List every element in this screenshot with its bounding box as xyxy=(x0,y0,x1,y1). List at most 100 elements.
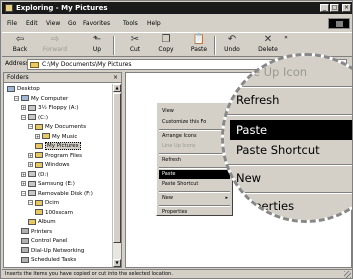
tree-item-label: Printers xyxy=(31,228,53,235)
folders-pane: Folders × Desktop − My Computer +3½ Floppy … xyxy=(3,72,122,268)
back-arrow-icon: ⇦ xyxy=(15,34,25,45)
expand-icon[interactable]: + xyxy=(21,181,26,186)
context-item-label: Line Up Icons xyxy=(162,143,196,149)
maximize-button[interactable]: □ xyxy=(330,4,339,12)
zoom-paste-shortcut[interactable]: Paste Shortcut xyxy=(236,140,320,160)
tree-item[interactable]: − My Documents xyxy=(28,123,86,132)
collapse-icon[interactable]: − xyxy=(28,124,33,129)
context-item-paste-shortcut[interactable]: Paste Shortcut xyxy=(159,180,230,189)
context-item-view[interactable]: View▸ xyxy=(159,107,230,116)
forward-button[interactable]: ⇨ Forward xyxy=(38,34,72,57)
toolbar-overflow-button[interactable]: » xyxy=(282,34,290,57)
tree-item[interactable]: + (D:) xyxy=(21,171,48,180)
zoom-paste[interactable]: Paste xyxy=(230,120,352,140)
zoom-new[interactable]: New xyxy=(236,168,261,188)
menu-edit[interactable]: Edit xyxy=(26,20,38,27)
tree-item-label: My Computer xyxy=(31,95,69,102)
menu-tools[interactable]: Tools xyxy=(123,20,138,27)
tree-item[interactable]: + Program Files xyxy=(28,152,82,161)
tree-item[interactable]: − My Computer xyxy=(14,95,68,104)
context-item-customize-this-fo[interactable]: Customize this Fo xyxy=(159,118,230,127)
undo-label: Undo xyxy=(224,46,240,53)
drive-icon xyxy=(28,114,36,120)
context-item-paste[interactable]: Paste xyxy=(159,170,230,179)
context-item-label: View xyxy=(162,108,174,114)
folder-icon xyxy=(35,152,43,158)
copy-icon: ❐ xyxy=(161,34,171,45)
zoom-properties[interactable]: Properties xyxy=(236,196,294,216)
menu-help[interactable]: Help xyxy=(147,20,161,27)
tree-item[interactable]: My Pictures xyxy=(35,142,81,151)
close-button[interactable]: × xyxy=(342,4,351,12)
tree-item[interactable]: + Samsung (E:) xyxy=(21,180,75,189)
tree-item-label: Control Panel xyxy=(31,238,68,244)
tree-item[interactable]: 100sscam xyxy=(35,209,73,218)
undo-button[interactable]: ↶ Undo xyxy=(220,34,244,57)
folder-icon xyxy=(35,199,43,206)
context-item-label: Paste xyxy=(162,171,176,177)
tree-item[interactable]: Dial-Up Networking xyxy=(21,247,84,256)
context-item-arrange-icons[interactable]: Arrange Icons▸ xyxy=(159,132,230,141)
scroll-down-icon[interactable]: ▼ xyxy=(113,259,121,267)
back-button[interactable]: ⇦ Back xyxy=(6,34,34,57)
folders-title: Folders xyxy=(7,74,29,81)
context-item-refresh[interactable]: Refresh xyxy=(159,156,230,165)
tree-item[interactable]: Desktop xyxy=(7,85,40,94)
folder-icon xyxy=(35,161,43,168)
zoom-refresh[interactable]: Refresh xyxy=(236,90,279,110)
resize-grip-icon[interactable] xyxy=(344,271,351,278)
address-label: Address xyxy=(5,60,29,67)
copy-button[interactable]: ❐ Copy xyxy=(154,34,178,57)
cut-button[interactable]: ✂ Cut xyxy=(124,34,146,57)
menu-go[interactable]: Go xyxy=(68,20,76,27)
scroll-thumb[interactable] xyxy=(113,93,121,243)
tree-item[interactable]: − Dcim xyxy=(28,199,59,208)
scroll-up-icon[interactable]: ▲ xyxy=(113,84,121,92)
paste-button[interactable]: 📋 Paste xyxy=(186,34,212,57)
collapse-icon[interactable]: − xyxy=(14,95,19,101)
tree-item-label: My Pictures xyxy=(45,142,81,150)
expand-icon[interactable]: + xyxy=(35,133,40,139)
tree-item[interactable]: +3½ Floppy (A:) xyxy=(21,104,78,113)
menu-view[interactable]: View xyxy=(46,20,60,27)
menu-separator xyxy=(159,129,230,131)
tree-item-label: 3½ Floppy (A:) xyxy=(38,105,79,111)
tree-item[interactable]: Printers xyxy=(21,228,52,237)
forward-arrow-icon: ⇨ xyxy=(50,34,60,45)
clipboard-icon: 📋 xyxy=(192,34,206,45)
tree-item[interactable]: + My Music xyxy=(35,133,77,142)
context-item-label: Arrange Icons xyxy=(162,133,197,139)
tree-item[interactable]: Scheduled Tasks xyxy=(21,256,76,265)
delete-label: Delete xyxy=(258,46,278,53)
menu-bar: File Edit View Go Favorites Tools Help xyxy=(2,18,352,30)
drive-icon xyxy=(28,180,36,187)
context-item-new[interactable]: New▸ xyxy=(159,194,230,203)
delete-button[interactable]: ✕ Delete xyxy=(255,34,281,57)
collapse-icon[interactable]: − xyxy=(21,190,26,196)
cut-label: Cut xyxy=(129,46,141,53)
tree-item[interactable]: + Windows xyxy=(28,161,70,170)
copy-label: Copy xyxy=(158,46,174,53)
tree-item[interactable]: Album xyxy=(28,218,56,227)
context-item-properties[interactable]: Properties xyxy=(159,208,230,217)
expand-icon[interactable]: + xyxy=(21,105,26,110)
sys-icon xyxy=(21,237,29,244)
menu-favorites[interactable]: Favorites xyxy=(83,20,110,27)
tree-item[interactable]: − (C:) xyxy=(21,114,48,123)
tree-item[interactable]: − Removable Disk (F:) xyxy=(21,190,93,199)
menu-file[interactable]: File xyxy=(7,20,17,27)
expand-icon[interactable]: + xyxy=(28,152,33,158)
collapse-icon[interactable]: − xyxy=(28,200,33,205)
minimize-button[interactable]: _ xyxy=(320,4,329,12)
tree-item-label: (C:) xyxy=(38,114,48,121)
folders-scrollbar[interactable]: ▲ ▼ xyxy=(112,84,121,267)
expand-icon[interactable]: + xyxy=(28,162,33,167)
collapse-icon[interactable]: − xyxy=(21,114,26,120)
title-bar[interactable]: Exploring - My Pictures _ □ × xyxy=(2,2,352,14)
up-button[interactable]: ⬑ Up xyxy=(86,34,108,57)
tree-item[interactable]: Control Panel xyxy=(21,237,67,246)
expand-icon[interactable]: + xyxy=(21,171,26,177)
close-icon[interactable]: × xyxy=(112,74,119,81)
forward-label: Forward xyxy=(42,46,68,53)
context-item-label: Refresh xyxy=(162,157,181,163)
